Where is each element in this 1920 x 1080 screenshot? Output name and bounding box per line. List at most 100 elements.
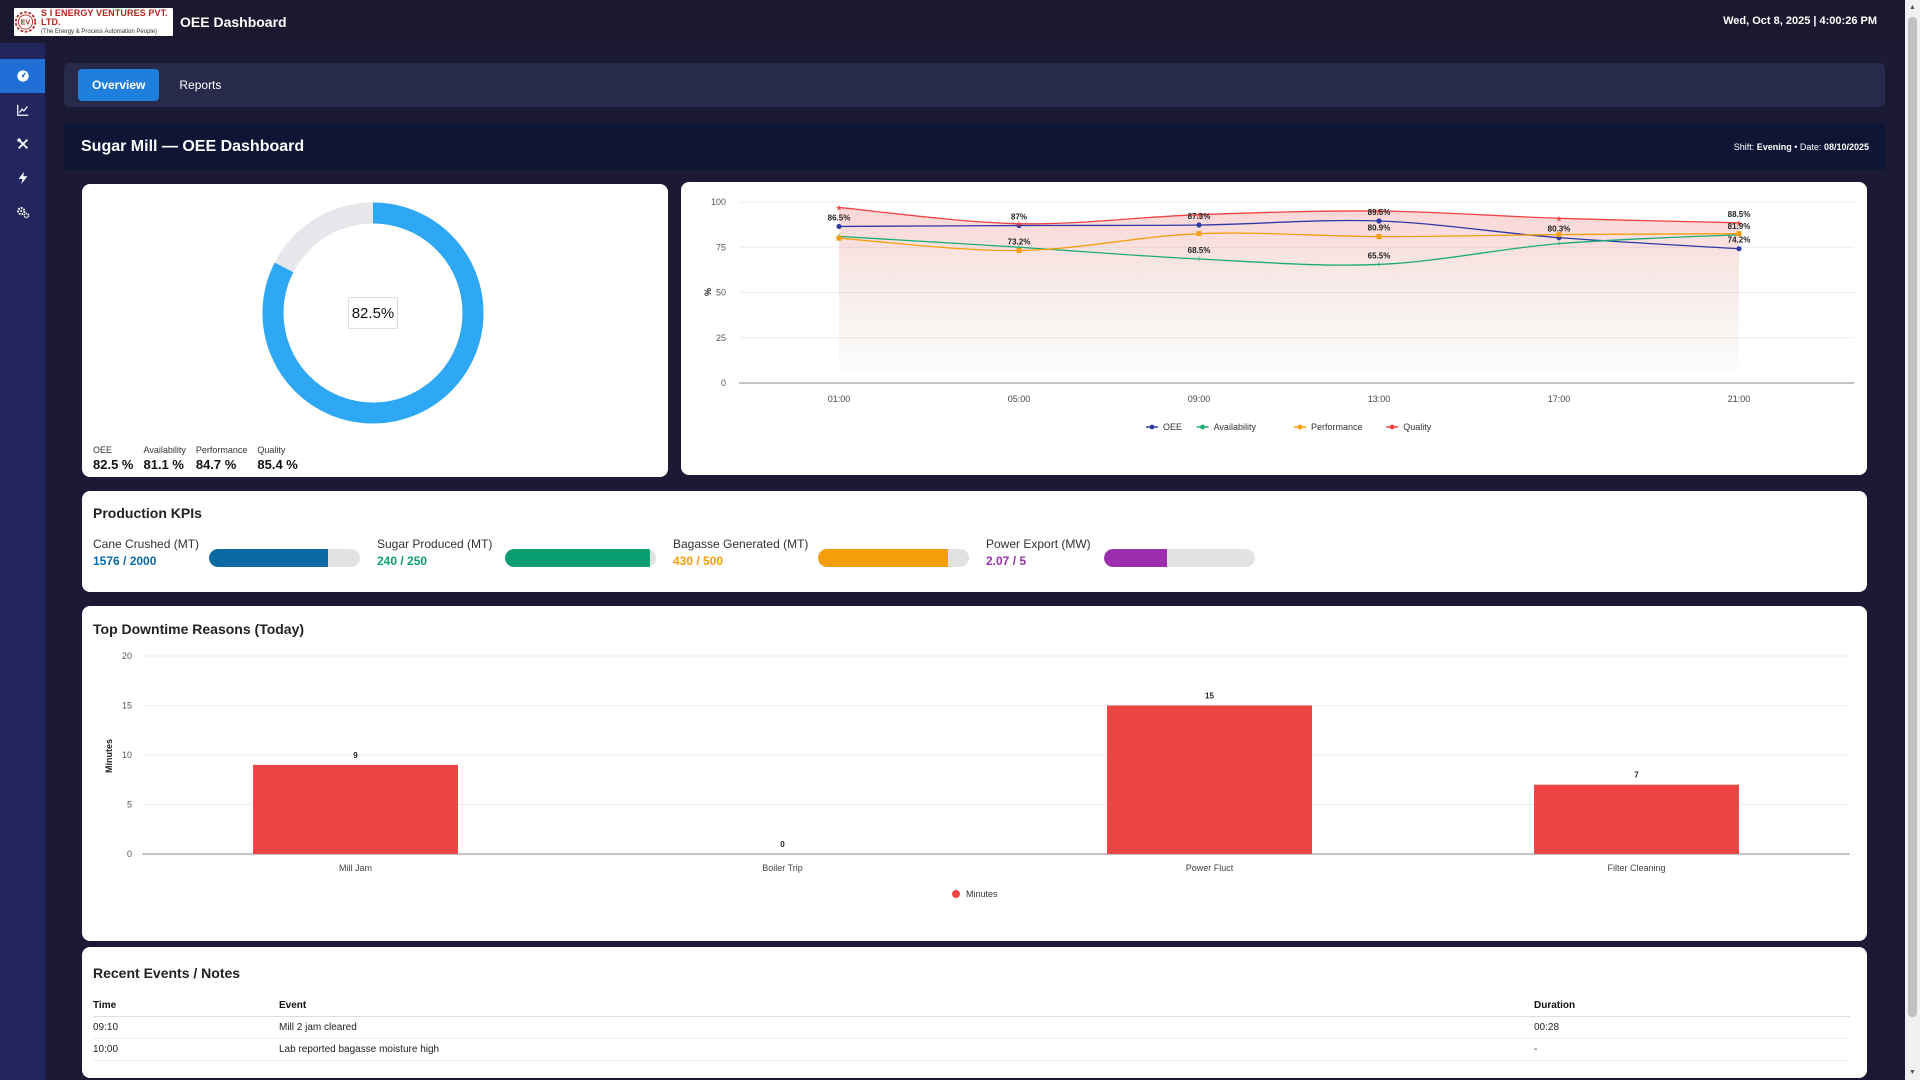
y-tick-label: 20 xyxy=(122,651,132,661)
sidebar-item-trends[interactable] xyxy=(0,93,45,127)
y-tick-label: 0 xyxy=(127,849,132,859)
data-label: 87.3% xyxy=(1188,212,1211,221)
company-tagline: (The Energy & Process Automation People) xyxy=(41,28,158,35)
sidebar-item-settings[interactable] xyxy=(0,195,45,229)
legend-item-oee[interactable]: OEE xyxy=(1146,422,1182,432)
oee-trend-card: 0 25 50 75 100% 01:00 05:00 09:00 13:00 17:00 21:0… xyxy=(681,182,1867,475)
dashboard-icon xyxy=(16,70,29,82)
metric-label: Quality xyxy=(257,445,286,455)
current-datetime: Wed, Oct 8, 2025 | 4:00:26 PM xyxy=(1723,15,1877,27)
kpi-label: Cane Crushed (MT) xyxy=(93,537,200,551)
kpi-sugar-produced: Sugar Produced (MT) 240 / 250 xyxy=(377,537,492,568)
bar[interactable] xyxy=(253,764,458,854)
page-header: Sugar Mill — OEE Dashboard Shift: Evenin… xyxy=(64,123,1885,170)
tab-bar: Overview Reports xyxy=(64,63,1885,107)
kpi-value: 430 / 500 xyxy=(673,554,724,568)
sidebar-item-energy[interactable] xyxy=(0,161,45,195)
legend-marker xyxy=(1200,424,1205,430)
x-tick-label: 21:00 xyxy=(1728,394,1751,404)
data-label: 80.9% xyxy=(1368,224,1391,233)
event-description: Lab reported bagasse moisture high xyxy=(279,1038,1534,1061)
bar[interactable] xyxy=(1534,784,1739,854)
y-tick-label: 25 xyxy=(716,333,726,343)
table-row: 09:10 Mill 2 jam cleared 00:28 xyxy=(93,1016,1850,1039)
oee-gauge-card: 82.5% OEE 82.5 % Availability 81.1 % Per… xyxy=(82,184,668,477)
downtime-card: Top Downtime Reasons (Today) 0 5 10 15 20 Min… xyxy=(82,606,1867,941)
metric-oee: OEE 82.5 % xyxy=(93,445,133,472)
y-tick-label: 50 xyxy=(716,288,726,298)
event-duration: 00:28 xyxy=(1534,1016,1850,1039)
kpi-value: 1576 / 2000 xyxy=(93,554,157,568)
kpi-power-export: Power Export (MW) 2.07 / 5 xyxy=(986,537,1091,568)
data-point: + xyxy=(1376,259,1381,269)
kpi-bagasse-generated: Bagasse Generated (MT) 430 / 500 xyxy=(673,537,808,568)
kpis-title: Production KPIs xyxy=(93,505,202,521)
x-tick-label: 01:00 xyxy=(828,394,851,404)
sidebar-item-maintenance[interactable] xyxy=(0,127,45,161)
cogs-icon xyxy=(16,207,29,219)
legend-marker xyxy=(952,890,960,898)
legend-item-performance[interactable]: Performance xyxy=(1294,422,1363,432)
data-label: 87% xyxy=(1011,213,1027,222)
app-title: OEE Dashboard xyxy=(180,13,287,30)
chart-line-icon xyxy=(16,104,28,116)
production-kpis-card: Production KPIs Cane Crushed (MT) 1576 /… xyxy=(82,491,1867,592)
kpi-value: 240 / 250 xyxy=(377,554,428,568)
company-logo: EV S I ENERGY VENTURES PVT. LTD. (The En… xyxy=(14,7,173,36)
shift-label: Shift: xyxy=(1733,141,1755,152)
events-table: Time Event Duration 09:10 Mill 2 jam cle… xyxy=(93,995,1850,1061)
data-point xyxy=(1736,246,1742,252)
oee-trend-chart: 0 25 50 75 100% 01:00 05:00 09:00 13:00 17:00 21:0… xyxy=(703,197,1854,432)
metric-performance: Performance 84.7 % xyxy=(196,445,248,472)
scrollbar-thumb[interactable] xyxy=(1908,17,1917,1017)
metric-label: OEE xyxy=(93,445,113,455)
downtime-bar-chart: 0 5 10 15 20 Minutes 9 Mill Jam 0 Boiler Trip 15 Po… xyxy=(104,651,1850,899)
data-label: 65.5% xyxy=(1368,251,1391,260)
kpi-progress-fill xyxy=(505,549,650,567)
metric-availability: Availability 81.1 % xyxy=(143,445,185,472)
tools-icon xyxy=(16,138,28,150)
sidebar xyxy=(0,43,45,1080)
event-time: 09:10 xyxy=(93,1016,279,1039)
data-label: 0 xyxy=(780,840,785,849)
legend-item-quality[interactable]: Quality xyxy=(1386,422,1432,432)
recent-events-card: Recent Events / Notes Time Event Duratio… xyxy=(82,947,1867,1078)
data-label: 74.2% xyxy=(1728,236,1751,245)
table-header-row: Time Event Duration xyxy=(93,995,1850,1017)
y-tick-label: 10 xyxy=(122,750,132,760)
y-axis-label: % xyxy=(703,288,713,296)
scroll-up-arrow-icon[interactable]: ▲ xyxy=(1905,0,1920,15)
kpi-label: Power Export (MW) xyxy=(986,537,1091,551)
company-name: S I ENERGY VENTURES PVT. LTD. xyxy=(41,7,168,27)
x-tick-label: 09:00 xyxy=(1188,394,1211,404)
bolt-icon xyxy=(18,171,27,185)
bar[interactable] xyxy=(1107,705,1312,855)
kpi-value: 2.07 / 5 xyxy=(986,554,1027,568)
date-value: 08/10/2025 xyxy=(1823,141,1869,152)
events-title: Recent Events / Notes xyxy=(93,965,241,981)
top-bar: EV S I ENERGY VENTURES PVT. LTD. (The En… xyxy=(0,0,1905,43)
y-tick-label: 0 xyxy=(721,378,726,388)
data-point xyxy=(1376,234,1382,240)
table-row: 10:00 Lab reported bagasse moisture high… xyxy=(93,1038,1850,1061)
legend-item-minutes[interactable]: Minutes xyxy=(952,889,998,899)
kpi-label: Bagasse Generated (MT) xyxy=(673,537,809,551)
tab-overview[interactable]: Overview xyxy=(78,69,160,101)
data-point xyxy=(836,235,842,241)
metric-label: Performance xyxy=(195,445,248,455)
page-scrollbar[interactable]: ▲ ▼ xyxy=(1905,0,1920,1080)
x-tick-label: Power Fluct xyxy=(1186,863,1234,873)
x-tick-label: Filter Cleaning xyxy=(1607,863,1665,873)
metric-value: 84.7 % xyxy=(195,457,237,472)
data-point xyxy=(1016,248,1022,254)
kpi-progress-fill xyxy=(1104,549,1167,567)
sidebar-item-dashboard[interactable] xyxy=(0,59,45,93)
page-title: Sugar Mill — OEE Dashboard xyxy=(81,137,305,155)
legend-item-availability[interactable]: Availability xyxy=(1196,422,1257,432)
tab-reports[interactable]: Reports xyxy=(165,69,235,101)
metric-value: 81.1 % xyxy=(143,457,184,472)
data-point xyxy=(1196,231,1202,237)
metric-value: 85.4 % xyxy=(257,457,298,472)
scroll-down-arrow-icon[interactable]: ▼ xyxy=(1905,1065,1920,1080)
data-label: 9 xyxy=(353,751,358,760)
